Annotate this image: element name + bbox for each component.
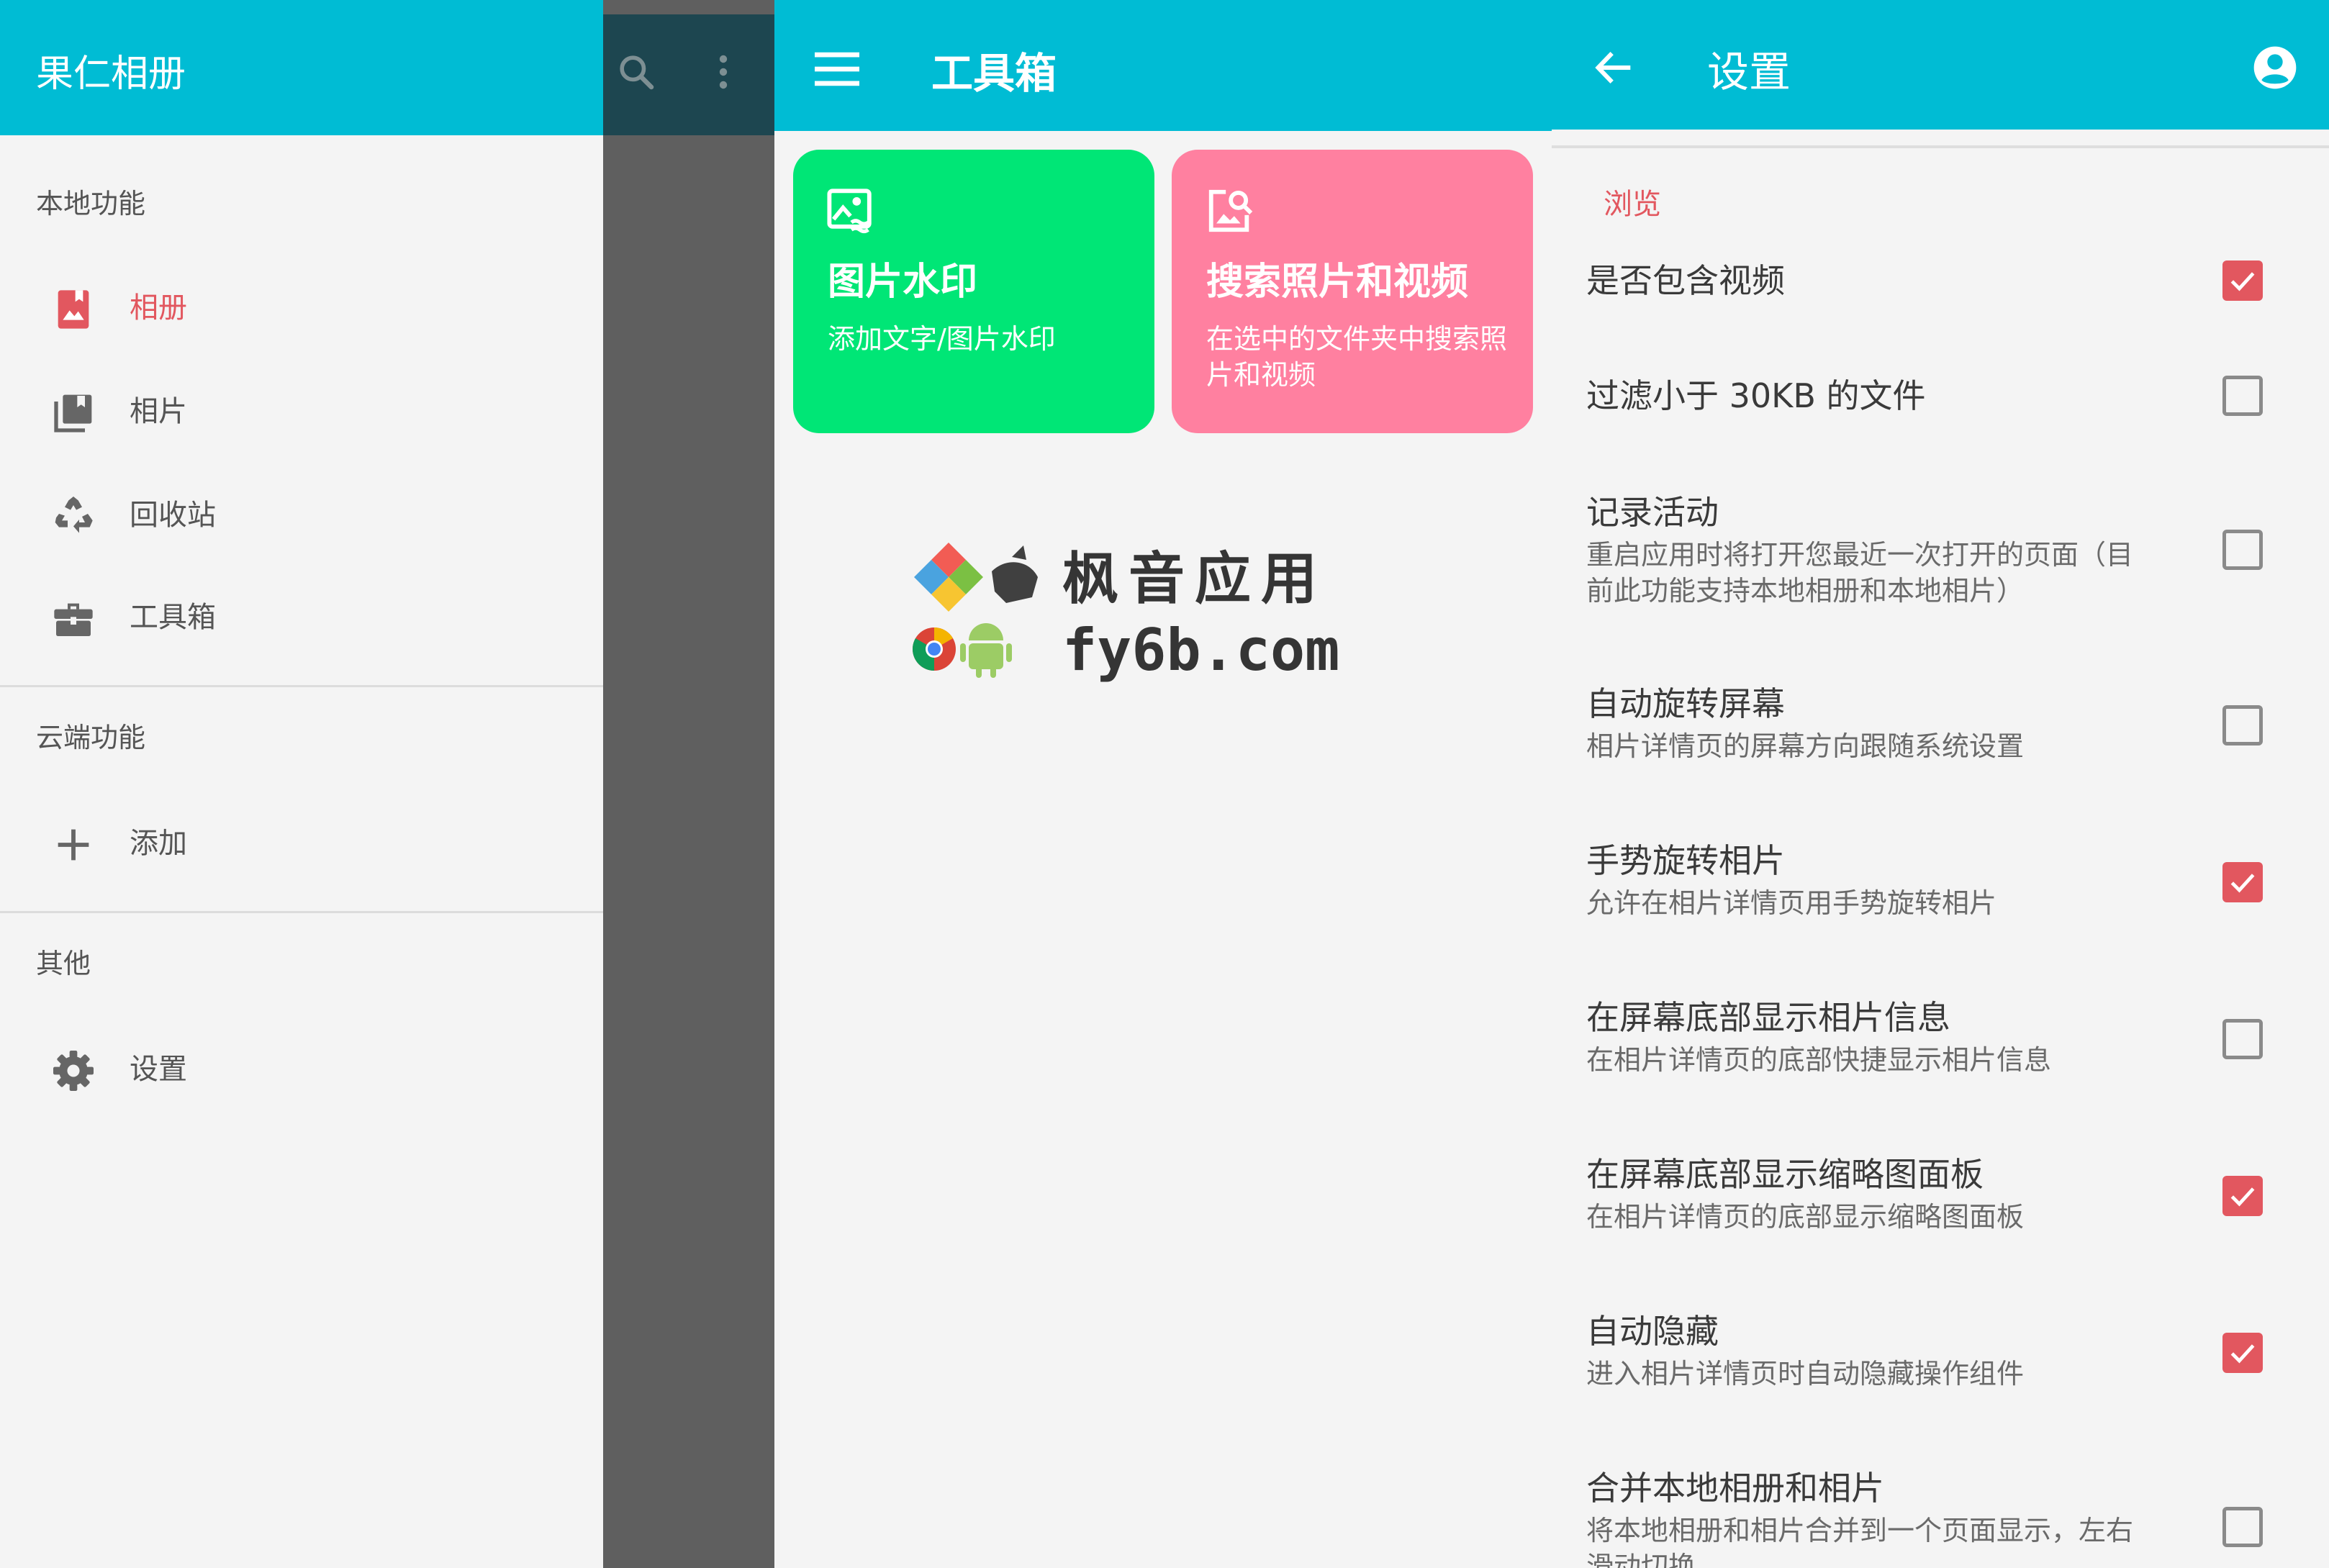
pref-include-videos[interactable]: 是否包含视频 [1552,258,2329,344]
appbar-divider [1552,145,2329,148]
pref-record-activity[interactable]: 记录活动 重启应用时将打开您最近一次打开的页面（目前此功能支持本地相册和本地相片… [1552,489,2329,633]
watermark-url: fy6b.com [1062,617,1340,684]
pref-filter-small-files[interactable]: 过滤小于 30KB 的文件 [1552,373,2329,459]
drawer-screen: 果仁相册 本地功能 相册 相片 回收站 工具箱 云端功能 添加 其他 设置 [0,0,774,1568]
pref-bottom-photo-info[interactable]: 在屏幕底部显示相片信息 在相片详情页的底部快捷显示相片信息 [1552,994,2329,1110]
pref-checkbox[interactable] [2222,530,2263,570]
card-subtitle: 添加文字/图片水印 [828,323,1056,355]
pref-checkbox[interactable] [2222,705,2263,746]
toolbox-screen: 工具箱 图片水印 添加文字/图片水印 搜索照片和视频 在选中的文件夹中搜索照片和… [774,0,1552,1568]
drawer-scrim[interactable] [603,0,774,1568]
app-title: 果仁相册 [36,53,186,96]
checkmark-icon [2230,1187,2255,1207]
pref-merge-albums[interactable]: 合并本地相册和相片 将本地相册和相片合并到一个页面显示，左右滑动切换 [1552,1465,2329,1568]
drawer-item-label: 添加 [130,827,187,860]
site-watermark: 枫音应用 fy6b.com [911,540,1339,698]
pref-summary: 将本地相册和相片合并到一个页面显示，左右滑动切换 [1586,1515,2134,1568]
pref-bottom-thumbnails[interactable]: 在屏幕底部显示缩略图面板 在相片详情页的底部显示缩略图面板 [1552,1151,2329,1266]
watermark-tool-card[interactable]: 图片水印 添加文字/图片水印 [793,150,1154,433]
pref-checkbox[interactable] [2222,1019,2263,1059]
checkmark-icon [2230,272,2255,291]
screenshot-root: 果仁相册 本地功能 相册 相片 回收站 工具箱 云端功能 添加 其他 设置 工具… [0,0,2329,1568]
pref-title: 记录活动 [1586,493,1719,532]
plus-icon [58,829,89,861]
checkmark-icon [2230,1344,2255,1364]
card-title: 图片水印 [828,260,978,304]
pref-checkbox[interactable] [2222,376,2263,416]
pref-title: 自动隐藏 [1586,1312,1719,1351]
pref-checkbox[interactable] [2222,1176,2263,1216]
pref-checkbox[interactable] [2222,862,2263,902]
card-title: 搜索照片和视频 [1206,260,1469,304]
settings-screen: 设置 浏览 是否包含视频 过滤小于 30KB 的文件 记录活动 重启应用时将打开… [1552,0,2329,1568]
drawer-item-photos[interactable]: 相片 [0,368,603,455]
pref-auto-rotate[interactable]: 自动旋转屏幕 相片详情页的屏幕方向跟随系统设置 [1552,681,2329,796]
page-title: 工具箱 [931,49,1057,98]
pref-title: 合并本地相册和相片 [1586,1469,1884,1508]
section-local: 本地功能 [36,188,146,219]
drawer-item-album[interactable]: 相册 [0,265,603,351]
checkmark-icon [2230,874,2255,893]
drawer-item-toolbox[interactable]: 工具箱 [0,574,603,661]
pref-summary: 在相片详情页的底部快捷显示相片信息 [1586,1044,2052,1076]
drawer-item-add[interactable]: 添加 [0,800,603,887]
pref-title: 过滤小于 30KB 的文件 [1586,376,1926,415]
pref-title: 自动旋转屏幕 [1586,684,1785,723]
hamburger-menu-icon[interactable] [815,50,859,88]
category-browse: 浏览 [1604,188,1661,221]
pref-gesture-rotate[interactable]: 手势旋转相片 允许在相片详情页用手势旋转相片 [1552,838,2329,953]
card-subtitle: 在选中的文件夹中搜索照片和视频 [1206,323,1508,391]
watermark-text: 枫音应用 [1062,547,1328,612]
drawer-item-label: 相片 [130,395,187,428]
account-circle-icon[interactable] [2252,45,2298,91]
photos-library-icon [54,394,92,432]
settings-appbar: 设置 [1552,0,2329,130]
gear-icon [53,1051,94,1091]
toolbox-icon [54,603,93,636]
watermark-logo [912,543,1038,678]
drawer-item-recycle-bin[interactable]: 回收站 [0,472,603,558]
pref-summary: 重启应用时将打开您最近一次打开的页面（目前此功能支持本地相册和本地相片） [1586,539,2134,607]
drawer-header: 果仁相册 [0,0,603,135]
pref-checkbox[interactable] [2222,260,2263,301]
drawer-item-settings[interactable]: 设置 [0,1026,603,1112]
pref-title: 在屏幕底部显示缩略图面板 [1586,1155,1984,1194]
more-vert-icon[interactable] [709,52,738,92]
pref-summary: 进入相片详情页时自动隐藏操作组件 [1586,1358,2025,1390]
pref-summary: 在相片详情页的底部显示缩略图面板 [1586,1201,2025,1233]
drawer-divider [0,911,603,913]
image-watermark-icon [827,189,872,234]
pref-checkbox[interactable] [2222,1507,2263,1547]
section-other: 其他 [36,948,91,979]
drawer-item-label: 设置 [130,1053,187,1086]
search-icon[interactable] [616,52,656,92]
drawer-item-label: 回收站 [130,499,216,532]
pref-title: 是否包含视频 [1586,261,1785,300]
drawer-item-label: 相册 [130,291,187,325]
drawer-item-label: 工具箱 [130,601,216,634]
drawer-divider [0,685,603,687]
recycle-icon [55,497,93,533]
pref-title: 手势旋转相片 [1586,841,1785,880]
pref-summary: 相片详情页的屏幕方向跟随系统设置 [1586,730,2025,762]
image-search-icon [1208,189,1253,232]
section-cloud: 云端功能 [36,722,146,753]
pref-auto-hide[interactable]: 自动隐藏 进入相片详情页时自动隐藏操作组件 [1552,1308,2329,1423]
pref-title: 在屏幕底部显示相片信息 [1586,998,1950,1037]
toolbox-appbar: 工具箱 [774,0,1552,131]
search-tool-card[interactable]: 搜索照片和视频 在选中的文件夹中搜索照片和视频 [1172,150,1533,433]
back-arrow-icon[interactable] [1592,47,1635,88]
pref-summary: 允许在相片详情页用手势旋转相片 [1586,887,1997,919]
pref-checkbox[interactable] [2222,1333,2263,1373]
album-icon [58,290,89,329]
page-title: 设置 [1707,47,1791,96]
